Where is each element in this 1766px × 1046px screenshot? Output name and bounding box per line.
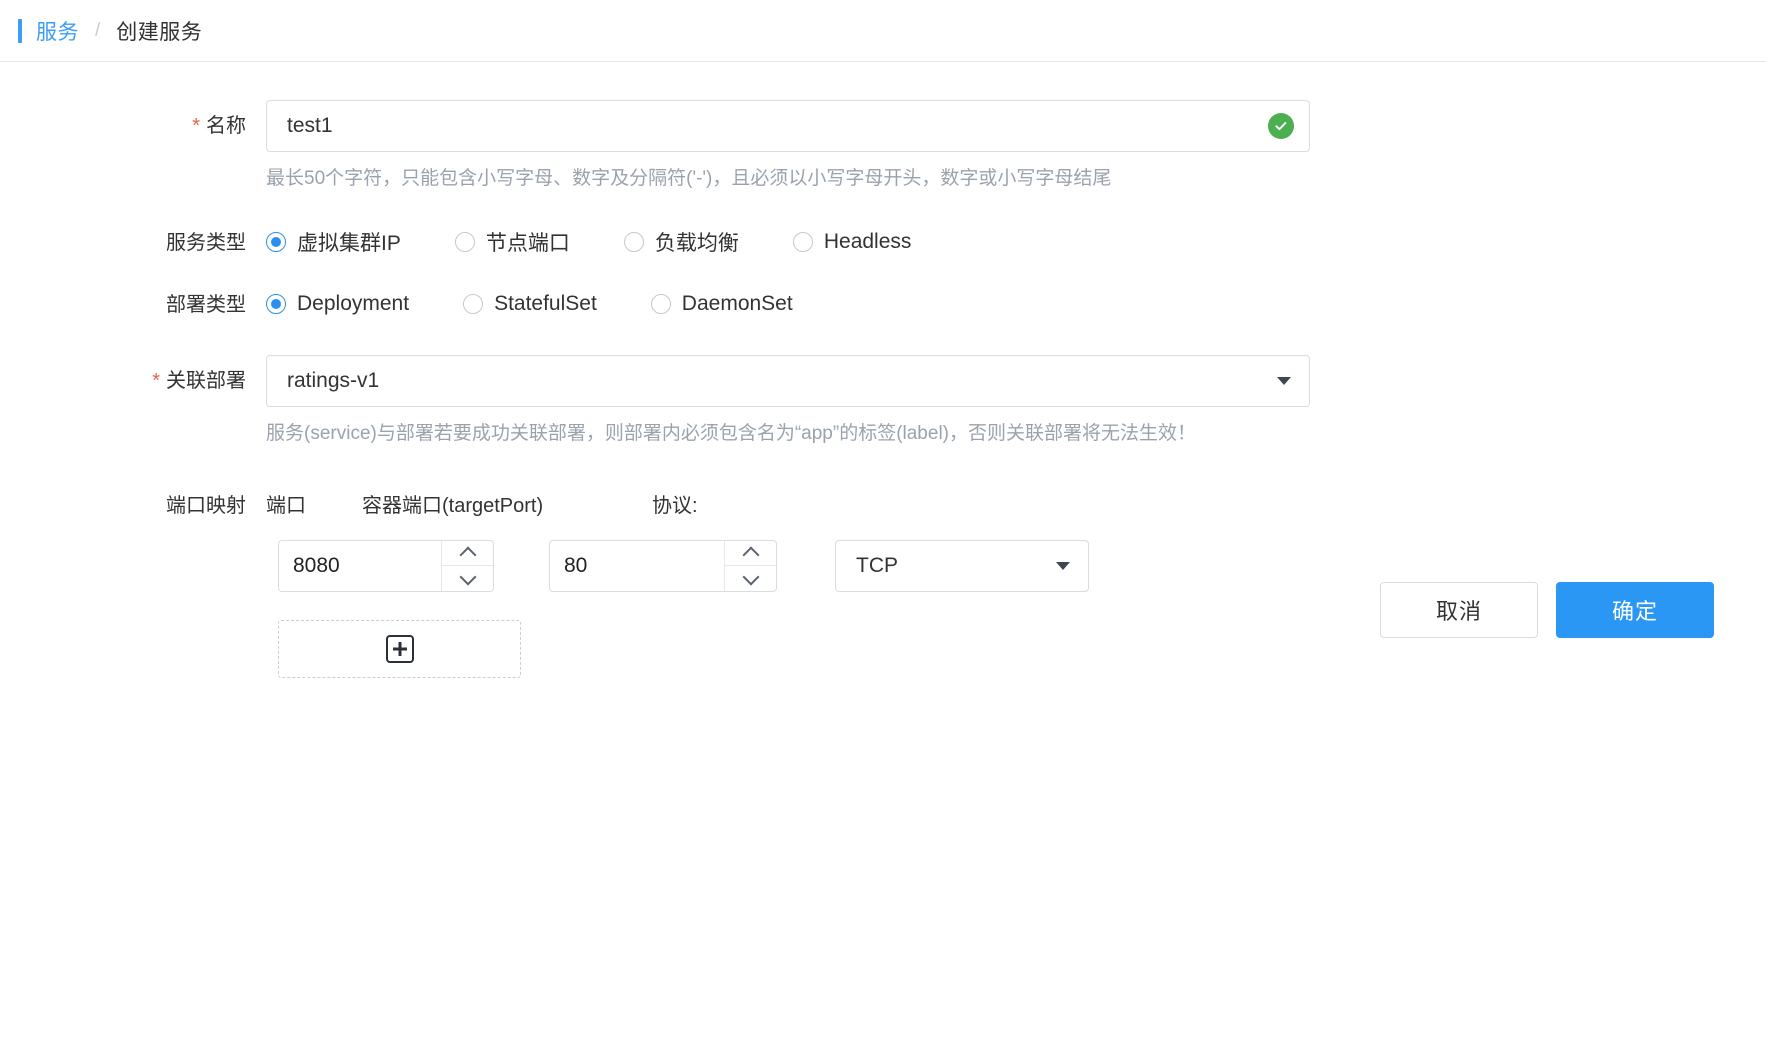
target-port-spinner [724, 541, 776, 591]
radio-label-service-type-0: 虚拟集群IP [297, 227, 401, 257]
breadcrumb: 服务 / 创建服务 [0, 0, 1766, 62]
check-circle-icon [1268, 113, 1294, 139]
breadcrumb-separator: / [95, 20, 100, 42]
port-stepper [278, 540, 494, 592]
field-row-name: * 名称 [0, 100, 1766, 152]
port-decrement-button[interactable] [442, 565, 493, 591]
target-port-input[interactable] [550, 541, 724, 591]
deploy-type-radio-group: Deployment StatefulSet DaemonSet [266, 292, 793, 316]
chevron-down-icon [1056, 562, 1070, 570]
service-type-radio-group: 虚拟集群IP 节点端口 负载均衡 Headless [266, 227, 911, 257]
field-row-service-type: 服务类型 虚拟集群IP 节点端口 负载均衡 Headless [0, 227, 1766, 257]
breadcrumb-current-create-service: 创建服务 [116, 16, 202, 46]
field-row-deploy-type: 部署类型 Deployment StatefulSet DaemonSet [0, 291, 1766, 317]
radio-dot-icon [266, 232, 286, 252]
cancel-button[interactable]: 取消 [1380, 582, 1538, 638]
radio-label-deploy-type-1: StatefulSet [494, 292, 597, 316]
chevron-up-icon [742, 547, 759, 564]
target-port-stepper [549, 540, 777, 592]
required-marker-related-deploy: * [152, 370, 160, 392]
label-name: * 名称 [0, 100, 266, 138]
radio-dot-icon [455, 232, 475, 252]
radio-dot-icon [463, 294, 483, 314]
related-deploy-help-text: 服务(service)与部署若要成功关联部署，则部署内必须包含名为“app”的标… [266, 407, 1316, 448]
required-marker-name: * [192, 115, 200, 137]
header-target-port: 容器端口(targetPort) [362, 489, 652, 518]
name-help-text: 最长50个字符，只能包含小写字母、数字及分隔符('-')，且必须以小写字母开头，… [266, 152, 1316, 193]
label-service-type: 服务类型 [0, 229, 266, 255]
breadcrumb-accent-bar [18, 19, 22, 43]
radio-label-service-type-1: 节点端口 [486, 227, 570, 257]
label-deploy-type: 部署类型 [0, 291, 266, 317]
add-port-mapping-button[interactable] [278, 620, 521, 678]
radio-dot-icon [651, 294, 671, 314]
protocol-value: TCP [856, 554, 1056, 578]
chevron-down-icon [459, 568, 476, 585]
radio-dot-icon [793, 232, 813, 252]
radio-deploy-type-2[interactable]: DaemonSet [651, 292, 793, 316]
breadcrumb-link-service[interactable]: 服务 [36, 16, 79, 46]
port-mapping-headers: 端口映射 端口 容器端口(targetPort) 协议: [0, 489, 1766, 518]
port-spinner [441, 541, 493, 591]
radio-service-type-1[interactable]: 节点端口 [455, 227, 570, 257]
radio-label-deploy-type-2: DaemonSet [682, 292, 793, 316]
radio-service-type-2[interactable]: 负载均衡 [624, 227, 739, 257]
form-footer: 取消 确定 [1380, 582, 1714, 638]
name-input[interactable] [266, 100, 1310, 152]
label-name-text: 名称 [206, 115, 246, 137]
radio-service-type-3[interactable]: Headless [793, 230, 912, 254]
protocol-select[interactable]: TCP [835, 540, 1089, 592]
radio-label-service-type-2: 负载均衡 [655, 227, 739, 257]
radio-dot-icon [624, 232, 644, 252]
related-deploy-select[interactable]: ratings-v1 [266, 355, 1310, 407]
field-row-related-deploy: * 关联部署 ratings-v1 [0, 355, 1766, 407]
label-related-deploy: * 关联部署 [0, 355, 266, 393]
radio-service-type-0[interactable]: 虚拟集群IP [266, 227, 401, 257]
chevron-down-icon [742, 568, 759, 585]
radio-dot-icon [266, 294, 286, 314]
port-input[interactable] [279, 541, 441, 591]
target-port-increment-button[interactable] [725, 541, 776, 566]
create-service-form: * 名称 最长50个字符，只能包含小写字母、数字及分隔符('-')，且必须以小写字… [0, 62, 1766, 678]
name-input-wrapper [266, 100, 1310, 152]
radio-label-deploy-type-0: Deployment [297, 292, 409, 316]
label-related-deploy-text: 关联部署 [166, 370, 246, 392]
confirm-button[interactable]: 确定 [1556, 582, 1714, 638]
radio-deploy-type-1[interactable]: StatefulSet [463, 292, 597, 316]
header-port: 端口 [266, 489, 362, 518]
label-port-mapping: 端口映射 [0, 489, 266, 518]
related-deploy-value: ratings-v1 [287, 369, 1277, 393]
chevron-down-icon [1277, 377, 1291, 385]
radio-deploy-type-0[interactable]: Deployment [266, 292, 409, 316]
target-port-decrement-button[interactable] [725, 565, 776, 591]
chevron-up-icon [459, 547, 476, 564]
port-increment-button[interactable] [442, 541, 493, 566]
plus-icon [386, 635, 414, 663]
header-protocol: 协议: [652, 489, 698, 518]
radio-label-service-type-3: Headless [824, 230, 912, 254]
